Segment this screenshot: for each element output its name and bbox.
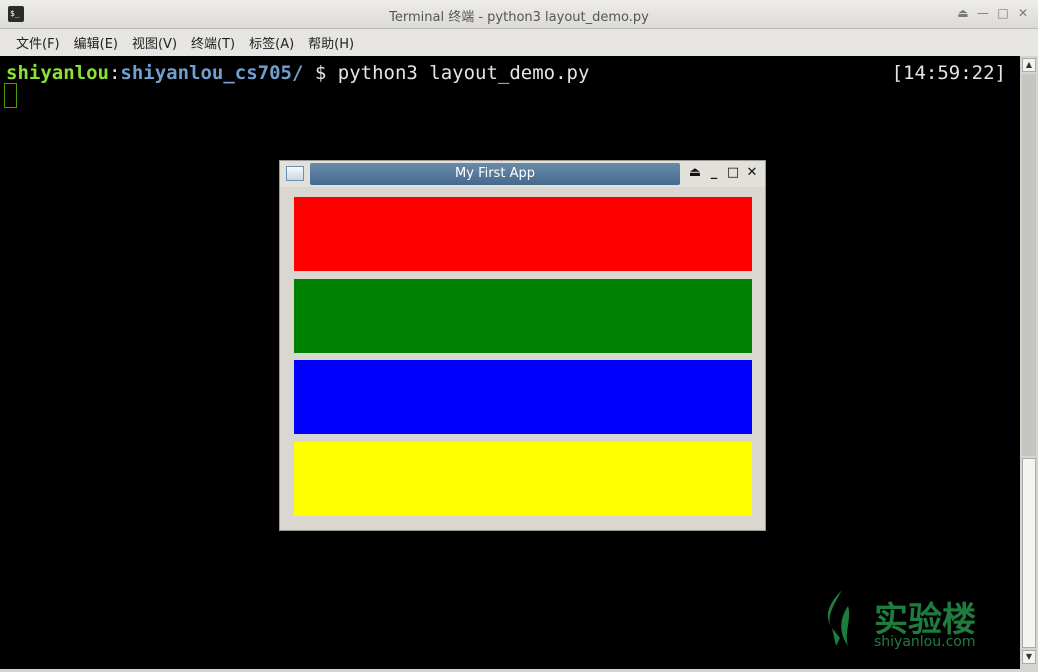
blue-block xyxy=(294,360,752,434)
menu-tabs[interactable]: 标签(A) xyxy=(249,33,294,52)
menu-edit[interactable]: 编辑(E) xyxy=(74,33,118,52)
scrollbar-thumb[interactable] xyxy=(1022,458,1036,648)
prompt-line: shiyanlou:shiyanlou_cs705/ $ python3 lay… xyxy=(6,62,589,84)
maximize-icon[interactable]: □ xyxy=(996,5,1010,21)
app-maximize-icon[interactable]: □ xyxy=(726,164,740,182)
prompt-command: $ python3 layout_demo.py xyxy=(303,62,590,84)
window-controls: ⏏ — □ ✕ xyxy=(956,5,1030,21)
app-window-controls: ⏏ _ □ ✕ xyxy=(688,164,759,182)
app-close-icon[interactable]: ✕ xyxy=(745,164,759,182)
shiyanlou-watermark: 实验楼 shiyanlou.com xyxy=(818,586,1018,656)
menu-terminal[interactable]: 终端(T) xyxy=(191,33,235,52)
minimize-icon[interactable]: — xyxy=(976,5,990,21)
app-window-icon[interactable] xyxy=(286,166,304,181)
menu-view[interactable]: 视图(V) xyxy=(132,33,177,52)
prompt-clock: [14:59:22] xyxy=(891,62,1006,84)
window-title: Terminal 终端 - python3 layout_demo.py xyxy=(389,10,649,25)
app-window: My First App ⏏ _ □ ✕ xyxy=(279,160,766,531)
prompt-separator: : xyxy=(108,62,121,84)
menu-bar: 文件(F) 编辑(E) 视图(V) 终端(T) 标签(A) 帮助(H) xyxy=(0,29,1038,56)
prompt-user: shiyanlou xyxy=(6,62,109,84)
scroll-up-arrow-icon[interactable]: ▲ xyxy=(1022,58,1036,72)
shade-icon[interactable]: ⏏ xyxy=(956,5,970,21)
menu-help[interactable]: 帮助(H) xyxy=(308,33,354,52)
app-window-title: My First App xyxy=(310,163,680,185)
app-shade-icon[interactable]: ⏏ xyxy=(688,164,702,182)
close-icon[interactable]: ✕ xyxy=(1016,5,1030,21)
red-block xyxy=(294,197,752,271)
prompt-path: shiyanlou_cs705/ xyxy=(120,62,304,84)
scroll-down-arrow-icon[interactable]: ▼ xyxy=(1022,650,1036,664)
green-block xyxy=(294,279,752,353)
shiyanlou-logo-icon xyxy=(827,590,850,646)
yellow-block xyxy=(294,442,752,516)
terminal-titlebar: $_ Terminal 终端 - python3 layout_demo.py … xyxy=(0,0,1038,29)
scrollbar-track[interactable] xyxy=(1022,74,1036,456)
menu-file[interactable]: 文件(F) xyxy=(16,33,60,52)
terminal-scrollbar[interactable]: ▲ ▼ xyxy=(1020,56,1038,669)
app-titlebar[interactable]: My First App ⏏ _ □ ✕ xyxy=(280,161,765,187)
watermark-en: shiyanlou.com xyxy=(874,634,976,650)
app-minimize-icon[interactable]: _ xyxy=(707,164,721,182)
terminal-cursor xyxy=(4,83,17,108)
